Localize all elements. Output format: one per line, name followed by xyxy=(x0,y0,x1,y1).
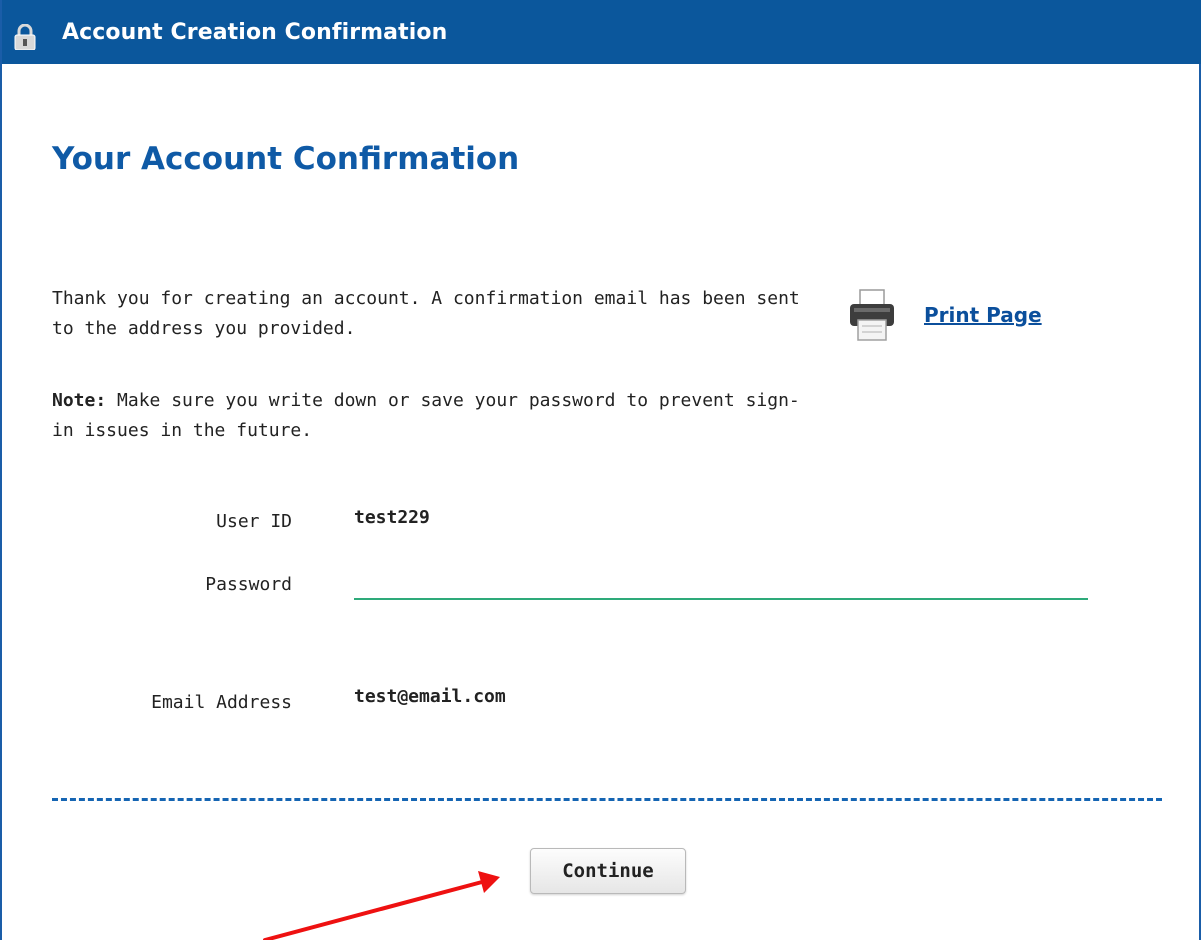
user-id-value: test229 xyxy=(354,507,430,528)
note-message: Make sure you write down or save your pa… xyxy=(52,390,800,441)
lock-icon xyxy=(14,24,36,50)
continue-button[interactable]: Continue xyxy=(530,848,686,894)
window-title: Account Creation Confirmation xyxy=(62,20,448,45)
page-title: Your Account Confirmation xyxy=(52,141,520,177)
email-address-label: Email Address xyxy=(151,692,292,713)
section-divider xyxy=(52,798,1162,801)
confirmation-message: Thank you for creating an account. A con… xyxy=(52,288,800,339)
password-field[interactable] xyxy=(354,572,1088,600)
note-label: Note: xyxy=(52,390,107,411)
printer-icon[interactable] xyxy=(848,286,896,344)
user-id-label: User ID xyxy=(216,511,292,532)
password-label: Password xyxy=(205,574,292,595)
confirmation-window: Account Creation Confirmation Your Accou… xyxy=(0,0,1201,940)
print-page-link[interactable]: Print Page xyxy=(924,303,1042,327)
email-address-value: test@email.com xyxy=(354,686,506,707)
window-titlebar: Account Creation Confirmation xyxy=(2,0,1201,64)
password-note: Note: Make sure you write down or save y… xyxy=(52,386,812,446)
